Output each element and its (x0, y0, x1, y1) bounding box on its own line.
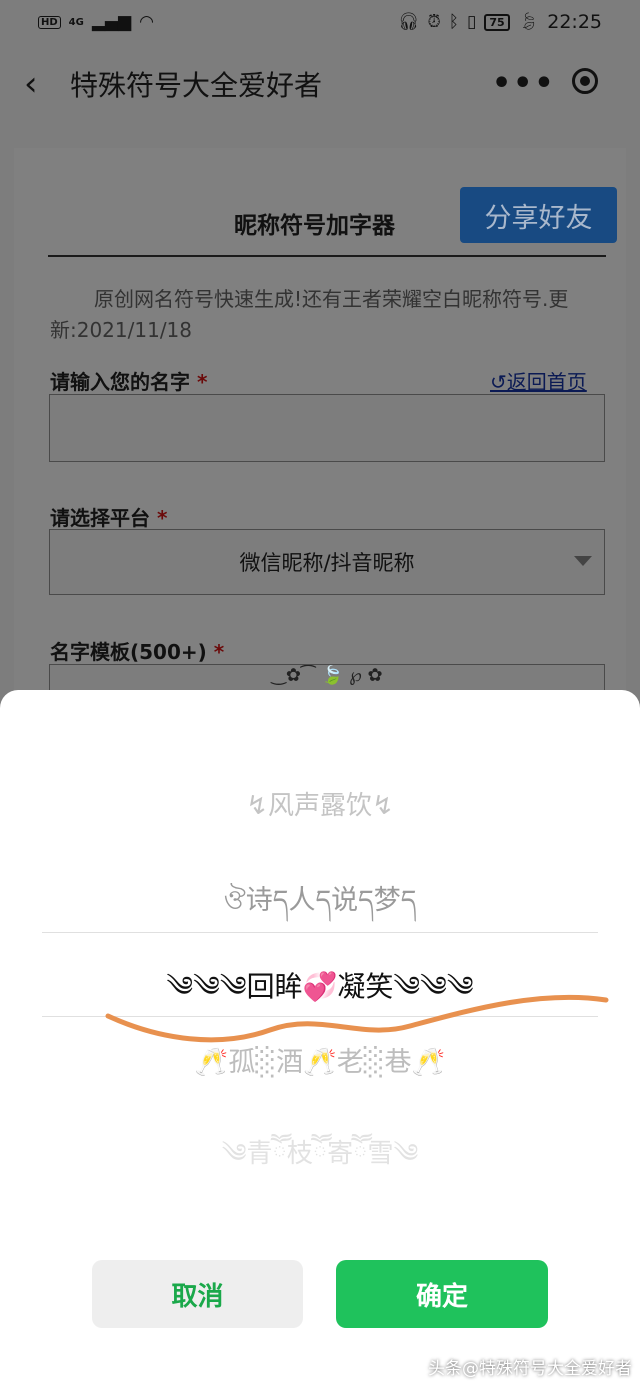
home-link[interactable]: ↺返回首页 (490, 366, 587, 395)
vibrate-icon: ▯ (466, 12, 477, 32)
picker-option[interactable]: ༄青ཽ枝ཽ寄ཽ雪༄ (0, 1125, 640, 1198)
clock: 22:25 (547, 11, 602, 33)
status-bar: HD 4G ▂▄▆ ◠ 🎧︎ ⏰︎ ᛒ ▯ 75 🍃︎ 22:25 (0, 0, 640, 44)
template-preview: ‿✿⁀ 🍃 ℘ ✿ (271, 665, 383, 686)
picker-option[interactable]: ঔ诗ད人ད说ད梦ད (0, 870, 640, 946)
close-miniprogram-icon[interactable] (572, 68, 598, 94)
platform-select[interactable]: 微信昵称/抖音昵称 (49, 529, 605, 595)
platform-label-text: 请选择平台 (50, 506, 150, 530)
battery-icon: 75 (484, 13, 510, 31)
picker-option[interactable]: ↯风声露饮↯ (0, 785, 640, 822)
platform-selected-value: 微信昵称/抖音昵称 (239, 551, 415, 575)
headphone-icon: 🎧︎ (397, 12, 420, 32)
name-field-label: 请输入您的名字 * (50, 366, 207, 395)
nav-bar: ‹ 特殊符号大全爱好者 ••• (0, 44, 640, 124)
more-icon[interactable]: ••• (492, 66, 556, 101)
generator-title: 昵称符号加字器 (234, 213, 395, 239)
watermark: 头条@特殊符号大全爱好者 (428, 1359, 632, 1379)
cancel-button[interactable]: 取消 (92, 1260, 303, 1328)
status-right: 🎧︎ ⏰︎ ᛒ ▯ 75 🍃︎ 22:25 (398, 11, 602, 33)
share-button[interactable]: 分享好友 (460, 187, 617, 243)
status-left: HD 4G ▂▄▆ ◠ (38, 12, 154, 32)
title-divider (48, 255, 606, 257)
picker-selection-top-line (42, 932, 598, 933)
picker-selection-bottom-line (42, 1016, 598, 1017)
hd-badge: HD (38, 15, 61, 29)
intro-text: 原创网名符号快速生成!还有王者荣耀空白昵称符号.更新:2021/11/18 (50, 287, 569, 342)
template-field-label: 名字模板(500+) * (50, 636, 224, 665)
signal-icon: ▂▄▆ (91, 12, 132, 32)
wifi-icon: ◠ (139, 12, 154, 32)
leaf-icon: 🍃︎ (517, 12, 540, 32)
name-label-text: 请输入您的名字 (50, 370, 190, 394)
confirm-button[interactable]: 确定 (336, 1260, 548, 1328)
chevron-down-icon (574, 556, 592, 566)
template-label-text: 名字模板(500+) (50, 640, 207, 664)
platform-field-label: 请选择平台 * (50, 502, 167, 531)
alarm-icon: ⏰︎ (427, 12, 441, 32)
name-input[interactable] (49, 394, 605, 462)
required-mark: * (196, 370, 208, 394)
required-mark: * (156, 506, 168, 530)
page-title: 特殊符号大全爱好者 (70, 69, 323, 102)
back-icon[interactable]: ‹ (24, 64, 38, 104)
required-mark: * (213, 640, 225, 664)
bluetooth-icon: ᛒ (448, 12, 459, 32)
network-type: 4G (68, 16, 84, 28)
picker-option[interactable]: 🥂孤░酒🥂老░巷🥂 (0, 1040, 640, 1079)
picker-option-selected[interactable]: ༄༄༄回眸💞凝笑༄༄༄ (0, 955, 640, 1034)
